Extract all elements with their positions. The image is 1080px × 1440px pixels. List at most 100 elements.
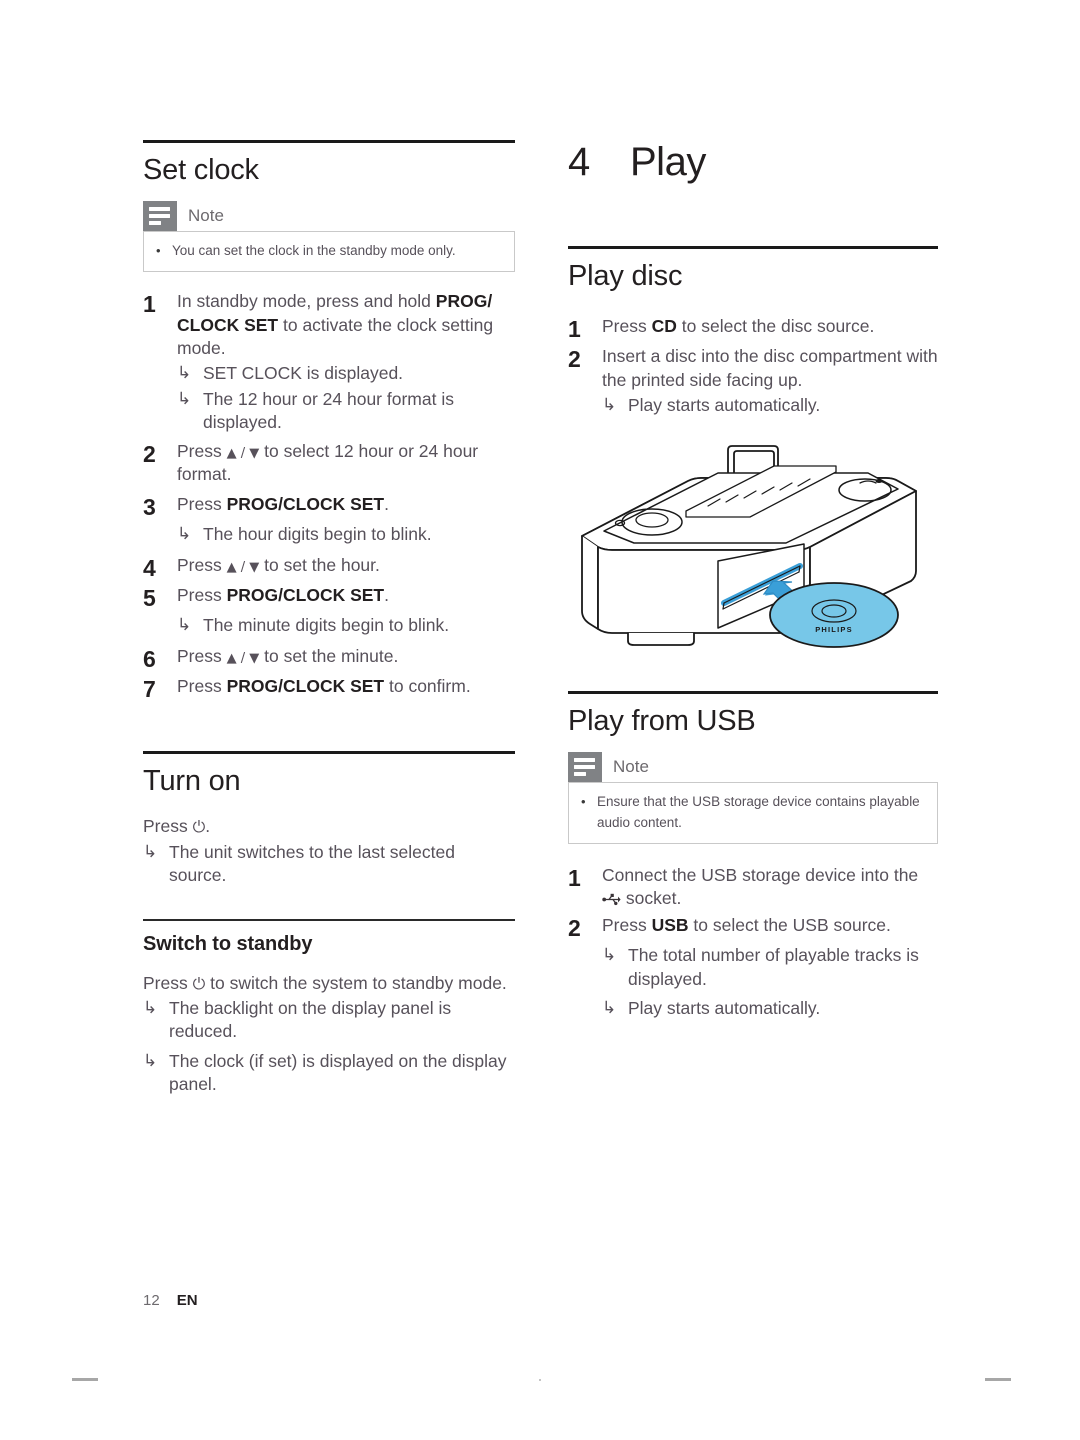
result-arrow-icon: ↳ xyxy=(143,998,158,1019)
up-down-icon: ▲ / ▼ xyxy=(226,651,260,667)
steps-play-from-usb: 1 Connect the USB storage device into th… xyxy=(568,864,938,1020)
chapter-title: Play xyxy=(630,140,706,184)
step-1: 1 In standby mode, press and hold PROG/C… xyxy=(143,290,515,360)
step-result: ↳ The hour digits begin to blink. xyxy=(177,523,515,546)
result-text: The clock (if set) is displayed on the d… xyxy=(169,1050,507,1094)
result-arrow-icon: ↳ xyxy=(602,997,617,1018)
page-title-set-clock: Set clock xyxy=(143,154,259,186)
step-3: 3 Press PROG/CLOCK SET. xyxy=(143,493,515,521)
section-switch-to-standby: Switch to standby Press ⏻ to switch the … xyxy=(143,919,515,1096)
crop-mark-center xyxy=(539,1379,541,1381)
step-number: 1 xyxy=(568,864,581,891)
result-text: The backlight on the display panel is re… xyxy=(169,998,452,1042)
result-text: The 12 hour or 24 hour format is display… xyxy=(203,388,454,432)
cd-disc: PHILIPS xyxy=(769,582,899,648)
note-body: • Ensure that the USB storage device con… xyxy=(568,782,938,844)
result-arrow-icon: ↳ xyxy=(143,1050,158,1071)
subsection-rule xyxy=(143,919,515,921)
standby-press-line: Press ⏻ to switch the system to standby … xyxy=(143,972,507,993)
step-2: 2 Press ▲ / ▼ to select 12 hour or 24 ho… xyxy=(143,440,515,487)
note-icon xyxy=(143,201,177,232)
power-icon: ⏻ xyxy=(192,816,206,836)
section-rule xyxy=(568,246,938,249)
result-arrow-icon: ↳ xyxy=(602,394,617,415)
step-text: Press PROG/CLOCK SET to confirm. xyxy=(177,676,471,697)
page-title-play-disc: Play disc xyxy=(568,260,683,292)
section-play-from-usb: Play from USB Note • Ensure that the USB… xyxy=(568,691,938,1020)
step-result: ↳ The total number of playable tracks is… xyxy=(602,944,938,991)
section-rule xyxy=(568,691,938,695)
result-text: The total number of playable tracks is d… xyxy=(628,945,919,989)
note-title: Note xyxy=(613,757,649,777)
chapter-number: 4 xyxy=(568,140,590,184)
note-item-text: You can set the clock in the standby mod… xyxy=(172,243,456,259)
note-icon xyxy=(568,752,602,783)
step-result: ↳ The 12 hour or 24 hour format is displ… xyxy=(177,388,515,435)
step-1: 1 Press CD to select the disc source. xyxy=(568,315,938,343)
left-column: Set clock Note • You can set the clock i… xyxy=(143,140,515,1098)
section-rule xyxy=(143,751,515,755)
turn-on-result: ↳ The unit switches to the last selected… xyxy=(143,841,515,888)
result-text: Play starts automatically. xyxy=(628,997,821,1018)
result-text: Play starts automatically. xyxy=(628,394,821,415)
step-2: 2 Insert a disc into the disc compartmen… xyxy=(568,345,938,392)
step-number: 7 xyxy=(143,676,156,703)
step-result: ↳ SET CLOCK is displayed. xyxy=(177,362,515,385)
note-title: Note xyxy=(188,206,224,226)
result-arrow-icon: ↳ xyxy=(177,615,192,635)
power-icon: ⏻ xyxy=(192,973,206,993)
page-number: 12 xyxy=(143,1292,160,1309)
result-text: The unit switches to the last selected s… xyxy=(169,841,455,886)
note-body: • You can set the clock in the standby m… xyxy=(143,231,515,273)
step-text: Connect the USB storage device into the xyxy=(602,864,938,913)
step-number: 4 xyxy=(143,554,156,581)
note-box-set-clock: Note • You can set the clock in the stan… xyxy=(143,201,515,273)
step-number: 1 xyxy=(568,316,581,343)
usb-icon xyxy=(602,889,621,912)
step-7: 7 Press PROG/CLOCK SET to confirm. xyxy=(143,675,515,703)
step-number: 2 xyxy=(143,441,156,468)
step-text: Press ▲ / ▼ to set the minute. xyxy=(177,646,399,667)
step-2: 2 Press USB to select the USB source. xyxy=(568,914,938,942)
page-footer: 12 EN xyxy=(143,1292,198,1309)
step-text: In standby mode, press and hold PROG/CLO… xyxy=(177,291,494,358)
step-text: Press USB to select the USB source. xyxy=(602,915,891,936)
page-title-turn-on: Turn on xyxy=(143,765,241,798)
section-set-clock: Set clock Note • You can set the clock i… xyxy=(143,140,515,703)
section-play-disc: Play disc 1 Press CD to select the disc … xyxy=(568,246,938,675)
note-item: • You can set the clock in the standby m… xyxy=(156,241,502,261)
section-rule xyxy=(143,140,515,143)
step-text: Press PROG/CLOCK SET. xyxy=(177,493,389,514)
note-header: Note xyxy=(568,752,938,783)
step-result: ↳ Play starts automatically. xyxy=(602,997,938,1020)
step-text: Press ▲ / ▼ to set the hour. xyxy=(177,554,380,575)
note-item-text: Ensure that the USB storage device conta… xyxy=(597,794,920,830)
page-title-play-from-usb: Play from USB xyxy=(568,705,756,738)
page-language: EN xyxy=(176,1292,198,1309)
result-text: SET CLOCK is displayed. xyxy=(203,363,404,384)
crop-mark-left xyxy=(72,1378,98,1381)
standby-result: ↳ The clock (if set) is displayed on the… xyxy=(143,1050,515,1097)
step-number: 5 xyxy=(143,584,156,611)
up-down-icon: ▲ / ▼ xyxy=(226,559,260,575)
up-down-icon: ▲ / ▼ xyxy=(226,446,260,462)
step-1: 1 Connect the USB storage device into th… xyxy=(568,864,938,913)
result-text: The hour digits begin to blink. xyxy=(203,523,432,544)
standby-result: ↳ The backlight on the display panel is … xyxy=(143,997,515,1044)
step-result: ↳ Play starts automatically. xyxy=(602,394,938,417)
step-text: Press ▲ / ▼ to select 12 hour or 24 hour… xyxy=(177,441,479,485)
step-6: 6 Press ▲ / ▼ to set the minute. xyxy=(143,645,515,673)
step-number: 1 xyxy=(143,291,156,318)
crop-mark-right xyxy=(985,1378,1011,1381)
result-arrow-icon: ↳ xyxy=(177,363,192,384)
step-text: Insert a disc into the disc compartment … xyxy=(602,346,938,390)
note-item: • Ensure that the USB storage device con… xyxy=(581,792,925,833)
result-arrow-icon: ↳ xyxy=(177,388,192,409)
result-arrow-icon: ↳ xyxy=(602,945,617,966)
chapter-heading: 4 Play xyxy=(568,140,938,184)
disc-brand-label: PHILIPS xyxy=(815,625,853,634)
